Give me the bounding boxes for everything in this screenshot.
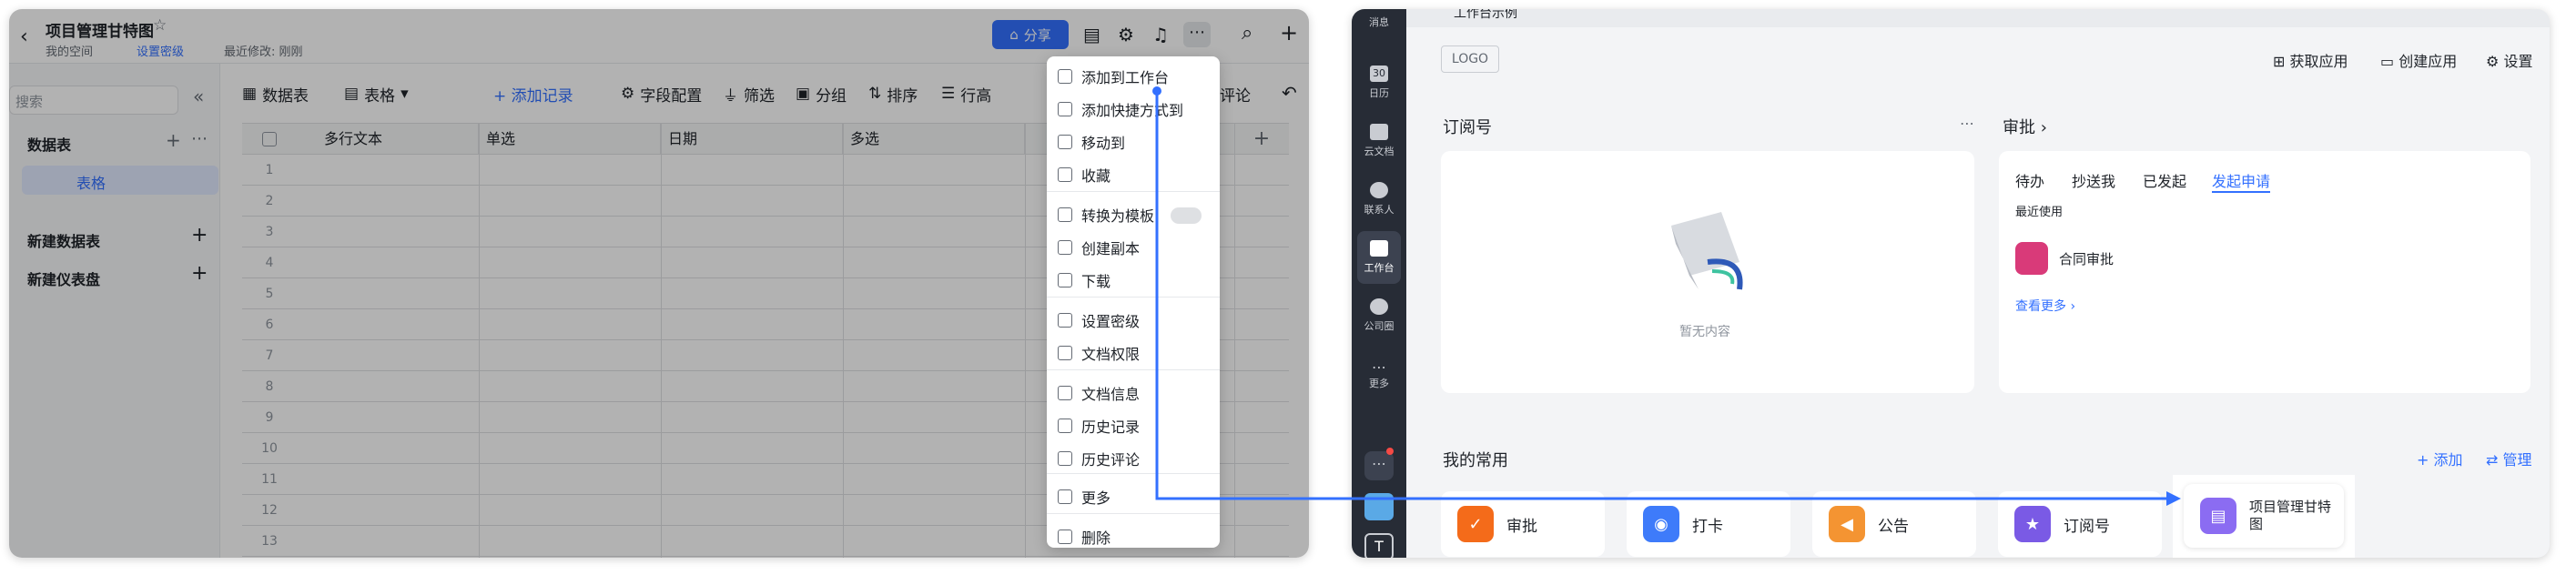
drag-connector (1152, 86, 2181, 506)
